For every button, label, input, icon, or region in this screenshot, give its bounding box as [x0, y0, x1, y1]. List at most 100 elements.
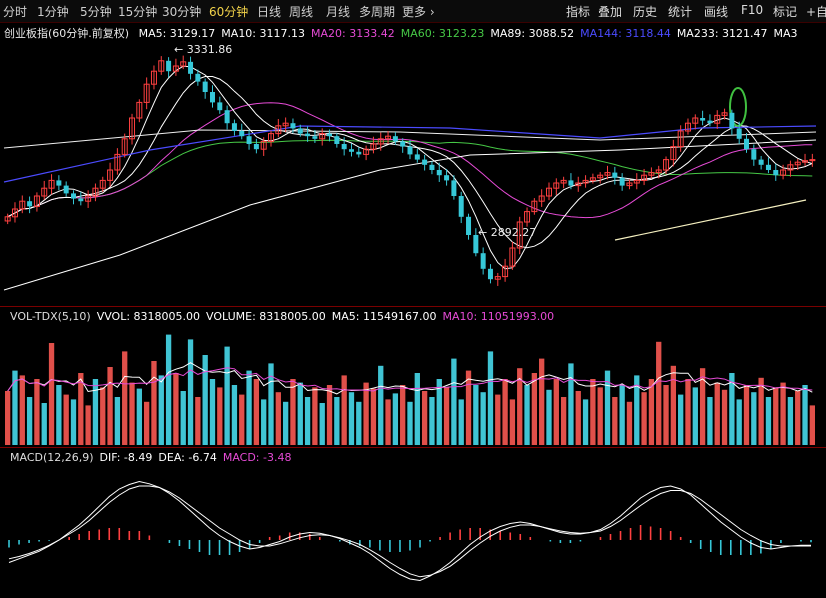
volume-bar: [575, 391, 581, 445]
stock-chart[interactable]: [0, 0, 826, 598]
volume-bar: [692, 387, 698, 445]
candle-body: [297, 128, 303, 134]
candle-body: [224, 110, 230, 124]
candle-body: [444, 175, 450, 181]
volume-bar: [663, 385, 669, 445]
volume-bar: [195, 397, 201, 445]
volume-bar: [656, 341, 662, 445]
volume-bar: [619, 385, 625, 445]
indicator-label: MA60: 3123.23: [400, 27, 485, 40]
vol-ma10-line: [7, 367, 813, 392]
volume-bar: [758, 377, 764, 445]
volume-bar: [560, 397, 567, 445]
candle-body: [619, 177, 625, 186]
volume-bar: [348, 392, 355, 445]
ma10-line: [7, 76, 813, 249]
volume-bar: [114, 397, 121, 445]
volume-bar: [385, 399, 391, 445]
volume-bar: [421, 391, 428, 445]
volume-bar: [780, 382, 786, 445]
volume-bar: [26, 397, 33, 445]
candle-body: [707, 120, 713, 124]
candle-body: [305, 133, 311, 137]
volume-bar: [685, 379, 691, 445]
candle-body: [568, 180, 574, 186]
candle-body: [422, 159, 428, 165]
volume-bar: [34, 379, 40, 445]
volume-bar: [473, 385, 479, 445]
indicator-label: MA89: 3088.52: [490, 27, 575, 40]
volume-bar: [100, 387, 106, 445]
ma233-line: [3, 139, 817, 291]
volume-bar: [282, 401, 289, 445]
volume-bar: [531, 373, 538, 445]
volume-bar: [180, 391, 186, 445]
candle-body: [751, 149, 757, 160]
volume-bar: [19, 375, 25, 445]
low-price-value: 2892.27: [490, 226, 537, 239]
volume-bar: [41, 403, 47, 445]
volume-bar: [597, 387, 603, 445]
volume-bar: [487, 351, 494, 445]
panel-divider: [0, 447, 826, 448]
candle-body: [327, 133, 333, 137]
candle-body: [217, 102, 223, 111]
volume-bar: [707, 397, 713, 445]
volume-bar: [261, 399, 267, 445]
volume-bar: [224, 346, 230, 445]
volume-bar: [312, 387, 318, 445]
volume-bar: [92, 379, 99, 445]
volume-bar: [63, 394, 69, 445]
indicator-label: DEA: -6.74: [158, 451, 217, 464]
volume-bar: [429, 397, 435, 445]
volume-bar: [85, 405, 91, 445]
candle-body: [700, 118, 706, 121]
candle-body: [188, 61, 194, 74]
volume-bar: [590, 379, 596, 445]
volume-bar: [56, 385, 62, 445]
volume-bar: [443, 387, 450, 445]
candle-body: [356, 151, 362, 155]
volume-bar: [524, 385, 530, 445]
volume-bar: [751, 392, 757, 445]
volume-bar: [334, 397, 340, 445]
indicator-label: MA20: 3133.42: [311, 27, 395, 40]
candle-body: [78, 198, 84, 202]
volume-bar: [275, 392, 281, 445]
high-price-value: 3331.86: [186, 43, 233, 56]
candle-body: [407, 146, 413, 155]
volume-bar: [239, 394, 245, 445]
volume-bar: [451, 358, 457, 445]
indicator-label: VVOL: 8318005.00: [96, 310, 201, 323]
volume-bar: [795, 391, 801, 445]
volume-bar: [326, 385, 333, 445]
candle-body: [253, 144, 259, 150]
volume-bar: [626, 401, 633, 445]
candle-body: [239, 131, 245, 137]
indicator-label: MA10: 3117.13: [221, 27, 305, 40]
volume-bar: [107, 367, 113, 445]
macd-panel-header: MACD(12,26,9) DIF: -8.49 DEA: -6.74 MACD: -…: [4, 451, 291, 464]
volume-bar: [341, 375, 347, 445]
volume-bar: [568, 363, 574, 445]
indicator-label: MA10: 11051993.00: [442, 310, 555, 323]
volume-bar: [787, 397, 794, 445]
volume-bar: [231, 385, 238, 445]
volume-panel: [5, 334, 815, 445]
high-price-label: ← 3331.86: [174, 43, 233, 56]
volume-bar: [509, 399, 516, 445]
candle-body: [231, 123, 237, 131]
candle-body: [392, 136, 398, 142]
ma5-line: [7, 65, 813, 270]
volume-bar: [495, 394, 501, 445]
volume-bar: [648, 379, 655, 445]
indicator-label: MA144: 3118.44: [580, 27, 671, 40]
low-price-label: ← 2892.27: [478, 226, 537, 239]
volume-bar: [136, 388, 142, 445]
ma-labels: MA5: 3129.17 MA10: 3117.13 MA20: 3133.42 MA…: [133, 27, 798, 40]
price-panel: [3, 55, 817, 291]
candle-body: [290, 123, 296, 129]
indicator-label: MA5: 11549167.00: [331, 310, 437, 323]
volume-bar: [253, 379, 260, 445]
candle-body: [341, 144, 347, 150]
